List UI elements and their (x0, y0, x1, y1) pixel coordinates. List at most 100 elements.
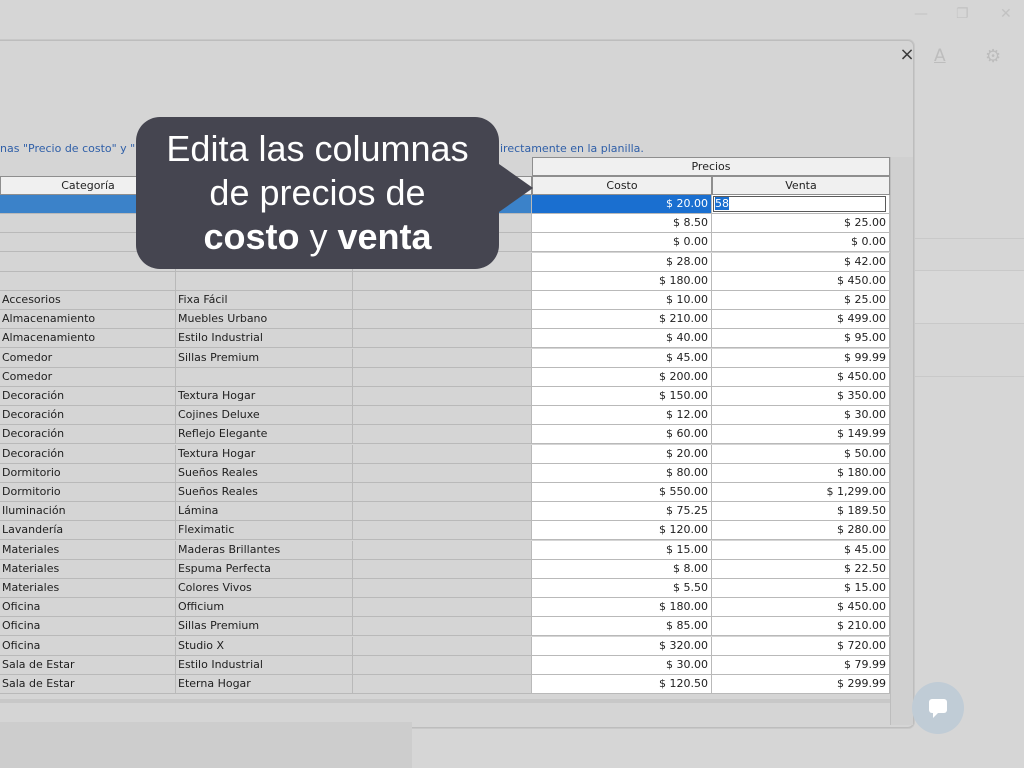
category-cell[interactable]: Oficina (0, 617, 176, 637)
supplier-cell[interactable]: Fleximatic (176, 521, 353, 541)
cost-cell[interactable]: $ 5.50 (532, 579, 712, 598)
category-cell[interactable]: Comedor (0, 348, 176, 368)
category-cell[interactable]: Dormitorio (0, 483, 176, 502)
sale-price-cell[interactable]: $ 280.00 (712, 521, 890, 541)
sale-price-cell[interactable]: $ 22.50 (712, 559, 890, 579)
supplier-cell[interactable] (176, 271, 353, 291)
cost-cell[interactable]: $ 180.00 (532, 271, 712, 291)
cost-cell[interactable]: $ 60.00 (532, 425, 712, 445)
category-cell[interactable]: Almacenamiento (0, 329, 176, 349)
supplier-cell[interactable]: Sillas Premium (176, 348, 353, 368)
category-cell[interactable]: Decoración (0, 425, 176, 445)
notes-cell[interactable] (353, 617, 532, 637)
sale-price-cell[interactable]: $ 499.00 (712, 310, 890, 330)
cost-cell[interactable]: $ 75.25 (532, 502, 712, 522)
supplier-cell[interactable]: Cojines Deluxe (176, 406, 353, 426)
cost-cell[interactable]: $ 20.00 (532, 444, 712, 464)
cost-cell[interactable]: $ 8.00 (532, 559, 712, 579)
sale-price-cell[interactable]: $ 25.00 (712, 291, 890, 310)
category-cell[interactable]: Sala de Estar (0, 655, 176, 675)
notes-cell[interactable] (353, 329, 532, 349)
category-cell[interactable]: Almacenamiento (0, 310, 176, 330)
table-row[interactable]: Oficina Studio X $ 320.00 $ 720.00 (0, 636, 890, 656)
sale-price-cell[interactable]: $ 15.00 (712, 579, 890, 598)
sale-price-cell[interactable]: $ 210.00 (712, 617, 890, 637)
cost-cell[interactable]: $ 8.50 (532, 214, 712, 234)
cost-cell[interactable]: $ 40.00 (532, 329, 712, 349)
category-cell[interactable]: Decoración (0, 406, 176, 426)
sale-price-cell[interactable]: $ 25.00 (712, 214, 890, 234)
header-venta[interactable]: Venta (712, 176, 890, 195)
supplier-cell[interactable]: Textura Hogar (176, 444, 353, 464)
supplier-cell[interactable]: Muebles Urbano (176, 310, 353, 330)
table-row[interactable]: Almacenamiento Muebles Urbano $ 210.00 $ 49… (0, 310, 890, 330)
category-cell[interactable]: Dormitorio (0, 463, 176, 483)
supplier-cell[interactable]: Sueños Reales (176, 483, 353, 502)
table-row[interactable]: Decoración Textura Hogar $ 150.00 $ 350.00 (0, 387, 890, 406)
horizontal-scrollbar[interactable] (0, 699, 890, 703)
notes-cell[interactable] (353, 502, 532, 522)
supplier-cell[interactable]: Maderas Brillantes (176, 540, 353, 560)
category-cell[interactable]: Oficina (0, 598, 176, 618)
sale-price-cell[interactable]: $ 450.00 (712, 598, 890, 618)
table-row[interactable]: Sala de Estar Estilo Industrial $ 30.00 $ 7… (0, 655, 890, 675)
cost-cell[interactable]: $ 20.00 (532, 195, 712, 214)
cost-cell[interactable]: $ 30.00 (532, 655, 712, 675)
notes-cell[interactable] (353, 675, 532, 694)
table-row[interactable]: Comedor $ 200.00 $ 450.00 (0, 367, 890, 387)
cost-cell[interactable]: $ 45.00 (532, 348, 712, 368)
cost-cell[interactable]: $ 85.00 (532, 617, 712, 637)
cost-cell[interactable]: $ 120.50 (532, 675, 712, 694)
supplier-cell[interactable]: Estilo Industrial (176, 655, 353, 675)
table-row[interactable]: Oficina Officium $ 180.00 $ 450.00 (0, 598, 890, 618)
category-cell[interactable]: Sala de Estar (0, 675, 176, 694)
table-row[interactable]: Comedor Sillas Premium $ 45.00 $ 99.99 (0, 348, 890, 368)
supplier-cell[interactable] (176, 367, 353, 387)
category-cell[interactable]: Materiales (0, 540, 176, 560)
notes-cell[interactable] (353, 579, 532, 598)
supplier-cell[interactable]: Eterna Hogar (176, 675, 353, 694)
sale-price-cell[interactable]: $ 0.00 (712, 233, 890, 253)
table-row[interactable]: Decoración Cojines Deluxe $ 12.00 $ 30.00 (0, 406, 890, 426)
notes-cell[interactable] (353, 271, 532, 291)
category-cell[interactable]: Materiales (0, 579, 176, 598)
notes-cell[interactable] (353, 425, 532, 445)
table-row[interactable]: Dormitorio Sueños Reales $ 550.00 $ 1,299.0… (0, 483, 890, 502)
notes-cell[interactable] (353, 444, 532, 464)
table-row[interactable]: Almacenamiento Estilo Industrial $ 40.00 $ … (0, 329, 890, 349)
category-cell[interactable]: Iluminación (0, 502, 176, 522)
table-row[interactable]: Dormitorio Sueños Reales $ 80.00 $ 180.00 (0, 463, 890, 483)
notes-cell[interactable] (353, 310, 532, 330)
table-row[interactable]: Materiales Maderas Brillantes $ 15.00 $ 45.… (0, 540, 890, 560)
table-row[interactable]: Iluminación Lámina $ 75.25 $ 189.50 (0, 502, 890, 522)
cost-cell[interactable]: $ 120.00 (532, 521, 712, 541)
table-row[interactable]: Materiales Colores Vivos $ 5.50 $ 15.00 (0, 579, 890, 598)
table-row[interactable]: Lavandería Fleximatic $ 120.00 $ 280.00 (0, 521, 890, 541)
cost-cell[interactable]: $ 0.00 (532, 233, 712, 253)
table-row[interactable]: Materiales Espuma Perfecta $ 8.00 $ 22.50 (0, 559, 890, 579)
table-row[interactable]: Oficina Sillas Premium $ 85.00 $ 210.00 (0, 617, 890, 637)
supplier-cell[interactable]: Sueños Reales (176, 463, 353, 483)
sale-price-cell[interactable]: $ 350.00 (712, 387, 890, 406)
sale-price-cell[interactable]: $ 42.00 (712, 252, 890, 272)
table-row[interactable]: Sala de Estar Eterna Hogar $ 120.50 $ 299.9… (0, 675, 890, 694)
sale-price-cell[interactable]: $ 180.00 (712, 463, 890, 483)
vertical-scrollbar[interactable] (890, 157, 913, 725)
sale-price-cell[interactable]: $ 450.00 (712, 367, 890, 387)
sale-price-cell[interactable]: $ 79.99 (712, 655, 890, 675)
sale-price-cell[interactable]: $ 450.00 (712, 271, 890, 291)
sale-price-cell[interactable]: $ 1,299.00 (712, 483, 890, 502)
supplier-cell[interactable]: Lámina (176, 502, 353, 522)
cost-cell[interactable]: $ 320.00 (532, 636, 712, 656)
notes-cell[interactable] (353, 655, 532, 675)
category-cell[interactable]: Comedor (0, 367, 176, 387)
supplier-cell[interactable]: Officium (176, 598, 353, 618)
cost-cell[interactable]: $ 12.00 (532, 406, 712, 426)
sale-price-cell[interactable]: $ 99.99 (712, 348, 890, 368)
table-row[interactable]: $ 180.00 $ 450.00 (0, 271, 890, 291)
cost-cell[interactable]: $ 180.00 (532, 598, 712, 618)
supplier-cell[interactable]: Sillas Premium (176, 617, 353, 637)
supplier-cell[interactable]: Textura Hogar (176, 387, 353, 406)
table-row[interactable]: Decoración Reflejo Elegante $ 60.00 $ 149.9… (0, 425, 890, 445)
notes-cell[interactable] (353, 483, 532, 502)
